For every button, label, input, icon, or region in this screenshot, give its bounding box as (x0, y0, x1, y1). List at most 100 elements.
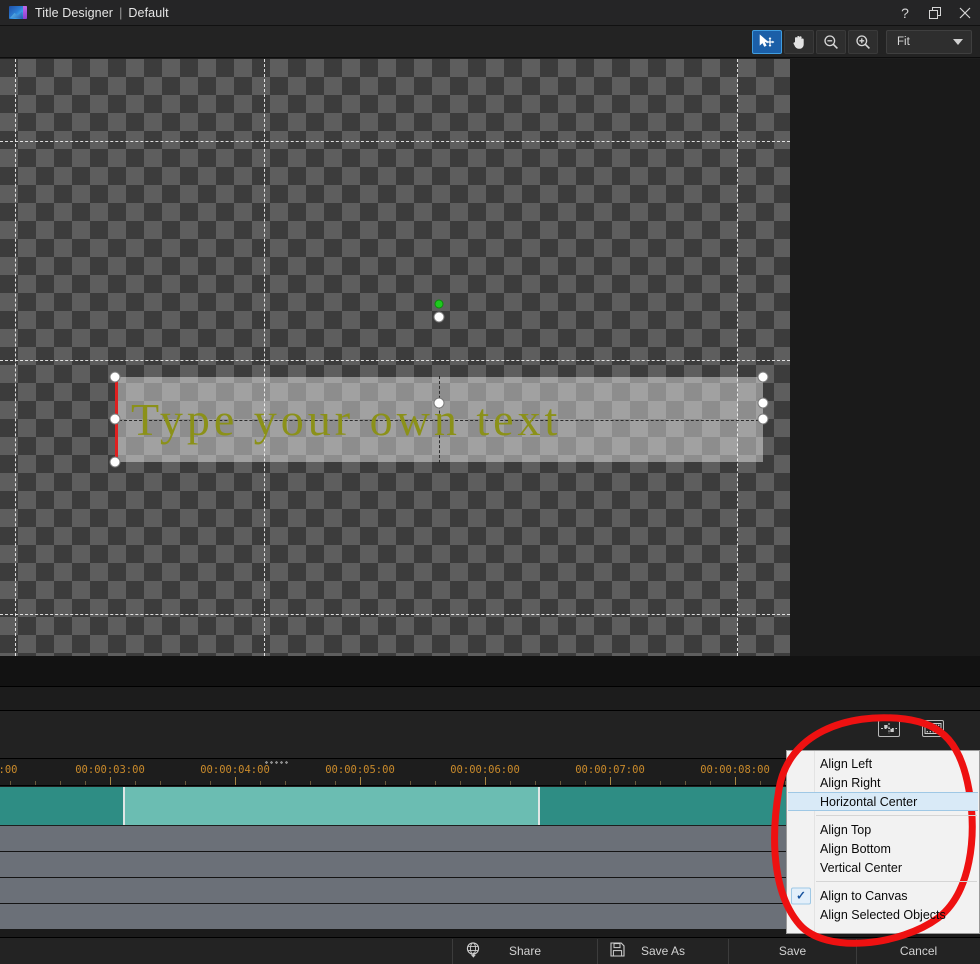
cancel-button-label: Cancel (899, 944, 938, 958)
help-icon[interactable]: ? (890, 0, 920, 26)
ruler-tick (435, 781, 436, 785)
ruler-timecode: 00:00:04:00 (200, 764, 270, 776)
ruler-timecode: 00:00:06:00 (450, 764, 520, 776)
ruler-tick (10, 781, 11, 785)
handle-top-center[interactable] (433, 311, 445, 323)
zoom-out-button[interactable] (816, 29, 846, 54)
ruler-tick (710, 781, 711, 785)
clip-left[interactable] (0, 787, 123, 825)
app-name-label: Title Designer (35, 5, 114, 20)
save-as-button[interactable]: Save As (597, 938, 728, 964)
context-menu-item-label: Align Right (820, 775, 881, 790)
context-menu-item-label: Horizontal Center (820, 794, 918, 809)
context-menu-item-label: Vertical Center (820, 860, 902, 875)
window-controls: ? (890, 0, 980, 26)
clip-selected[interactable] (123, 787, 540, 825)
context-menu-item-align-selected-objects[interactable]: Align Selected Objects (787, 905, 979, 924)
ruler-tick (660, 781, 661, 785)
align-context-menu[interactable]: Align Left Align Right Horizontal Center Al… (786, 750, 980, 934)
zoom-level-dropdown[interactable]: Fit (886, 29, 972, 54)
app-logo-icon (9, 6, 27, 19)
context-menu-item-label: Align Selected Objects (820, 907, 946, 922)
ruler-tick (185, 781, 186, 785)
ruler-timecode: :00 (0, 764, 18, 776)
rotate-handle[interactable] (434, 299, 444, 309)
checkmark-icon: ✓ (791, 887, 811, 904)
handle-middle-left[interactable] (109, 413, 121, 425)
context-menu-item-label: Align Left (820, 756, 873, 771)
ruler-tick (585, 781, 586, 785)
ruler-tick (510, 781, 511, 785)
canvas-toolbar: Fit (0, 26, 980, 58)
close-icon[interactable] (950, 0, 980, 26)
preview-stage: Type your own text (0, 59, 980, 656)
title-bar: Title Designer | Default ? (0, 0, 980, 26)
context-menu-item-align-top[interactable]: Align Top (787, 820, 979, 839)
handle-top-right[interactable] (757, 371, 769, 383)
ruler-tick (760, 781, 761, 785)
ruler-tick (610, 777, 611, 785)
align-grid-icon[interactable] (878, 720, 900, 737)
floppy-disk-icon (610, 942, 625, 960)
text-object[interactable]: Type your own text (114, 376, 764, 463)
handle-bottom-center[interactable] (433, 397, 445, 409)
context-menu-item-label: Align Bottom (820, 841, 891, 856)
share-button[interactable]: Share (452, 938, 597, 964)
motion-keyframe-icon[interactable] (922, 720, 944, 737)
context-menu-item-vertical-center[interactable]: Vertical Center (787, 858, 979, 877)
guide-horizontal-bottom (0, 614, 790, 615)
chevron-down-icon (953, 38, 963, 45)
ruler-tick (210, 781, 211, 785)
handle-bottom-right[interactable] (757, 397, 769, 409)
ruler-tick (560, 781, 561, 785)
title-designer-window: Title Designer | Default ? Fit Type your… (0, 0, 980, 964)
footer-button-bar: Share Save As Save Cancel (0, 937, 980, 964)
handle-bottom-left[interactable] (109, 456, 121, 468)
ruler-tick (485, 777, 486, 785)
ruler-tick (60, 781, 61, 785)
context-menu-item-align-to-canvas[interactable]: ✓ Align to Canvas (787, 886, 979, 905)
context-menu-items: Align Left Align Right Horizontal Center Al… (787, 754, 979, 924)
pan-hand-tool-button[interactable] (784, 29, 814, 54)
guide-vertical-left (15, 59, 16, 656)
handle-middle-right[interactable] (757, 413, 769, 425)
context-menu-item-align-right[interactable]: Align Right (787, 773, 979, 792)
ruler-tick (535, 781, 536, 785)
text-object-content: Type your own text (131, 394, 562, 445)
ruler-tick (135, 781, 136, 785)
design-canvas[interactable]: Type your own text (0, 59, 790, 656)
zoom-in-button[interactable] (848, 29, 878, 54)
handle-top-left[interactable] (109, 371, 121, 383)
cancel-button[interactable]: Cancel (856, 938, 980, 964)
preset-name-label: Default (128, 5, 169, 20)
context-menu-separator (816, 881, 977, 882)
guide-vertical-right (737, 59, 738, 656)
globe-share-icon (465, 941, 482, 961)
ruler-tick (285, 781, 286, 785)
context-menu-item-align-bottom[interactable]: Align Bottom (787, 839, 979, 858)
ruler-tick (385, 781, 386, 785)
select-move-tool-button[interactable] (752, 29, 782, 54)
ruler-tick (685, 781, 686, 785)
save-button[interactable]: Save (728, 938, 856, 964)
ruler-tick (335, 781, 336, 785)
ruler-timecode: 00:00:05:00 (325, 764, 395, 776)
restore-window-icon[interactable] (920, 0, 950, 26)
context-menu-item-align-left[interactable]: Align Left (787, 754, 979, 773)
ruler-tick (735, 777, 736, 785)
ruler-tick (635, 781, 636, 785)
guide-horizontal-top (0, 141, 790, 142)
context-menu-item-horizontal-center[interactable]: Horizontal Center (788, 792, 978, 811)
stage-divider-strip (0, 686, 980, 710)
ruler-timecode: 00:00:03:00 (75, 764, 145, 776)
guide-horizontal-center (0, 360, 790, 361)
ruler-tick (360, 777, 361, 785)
ruler-timecode: 00:00:07:00 (575, 764, 645, 776)
ruler-tick (260, 781, 261, 785)
ruler-tick (235, 777, 236, 785)
save-button-label: Save (778, 944, 807, 958)
context-menu-item-label: Align to Canvas (820, 888, 908, 903)
guide-vertical-center (264, 59, 265, 656)
ruler-timecode: 00:00:08:00 (700, 764, 770, 776)
ruler-tick (110, 777, 111, 785)
